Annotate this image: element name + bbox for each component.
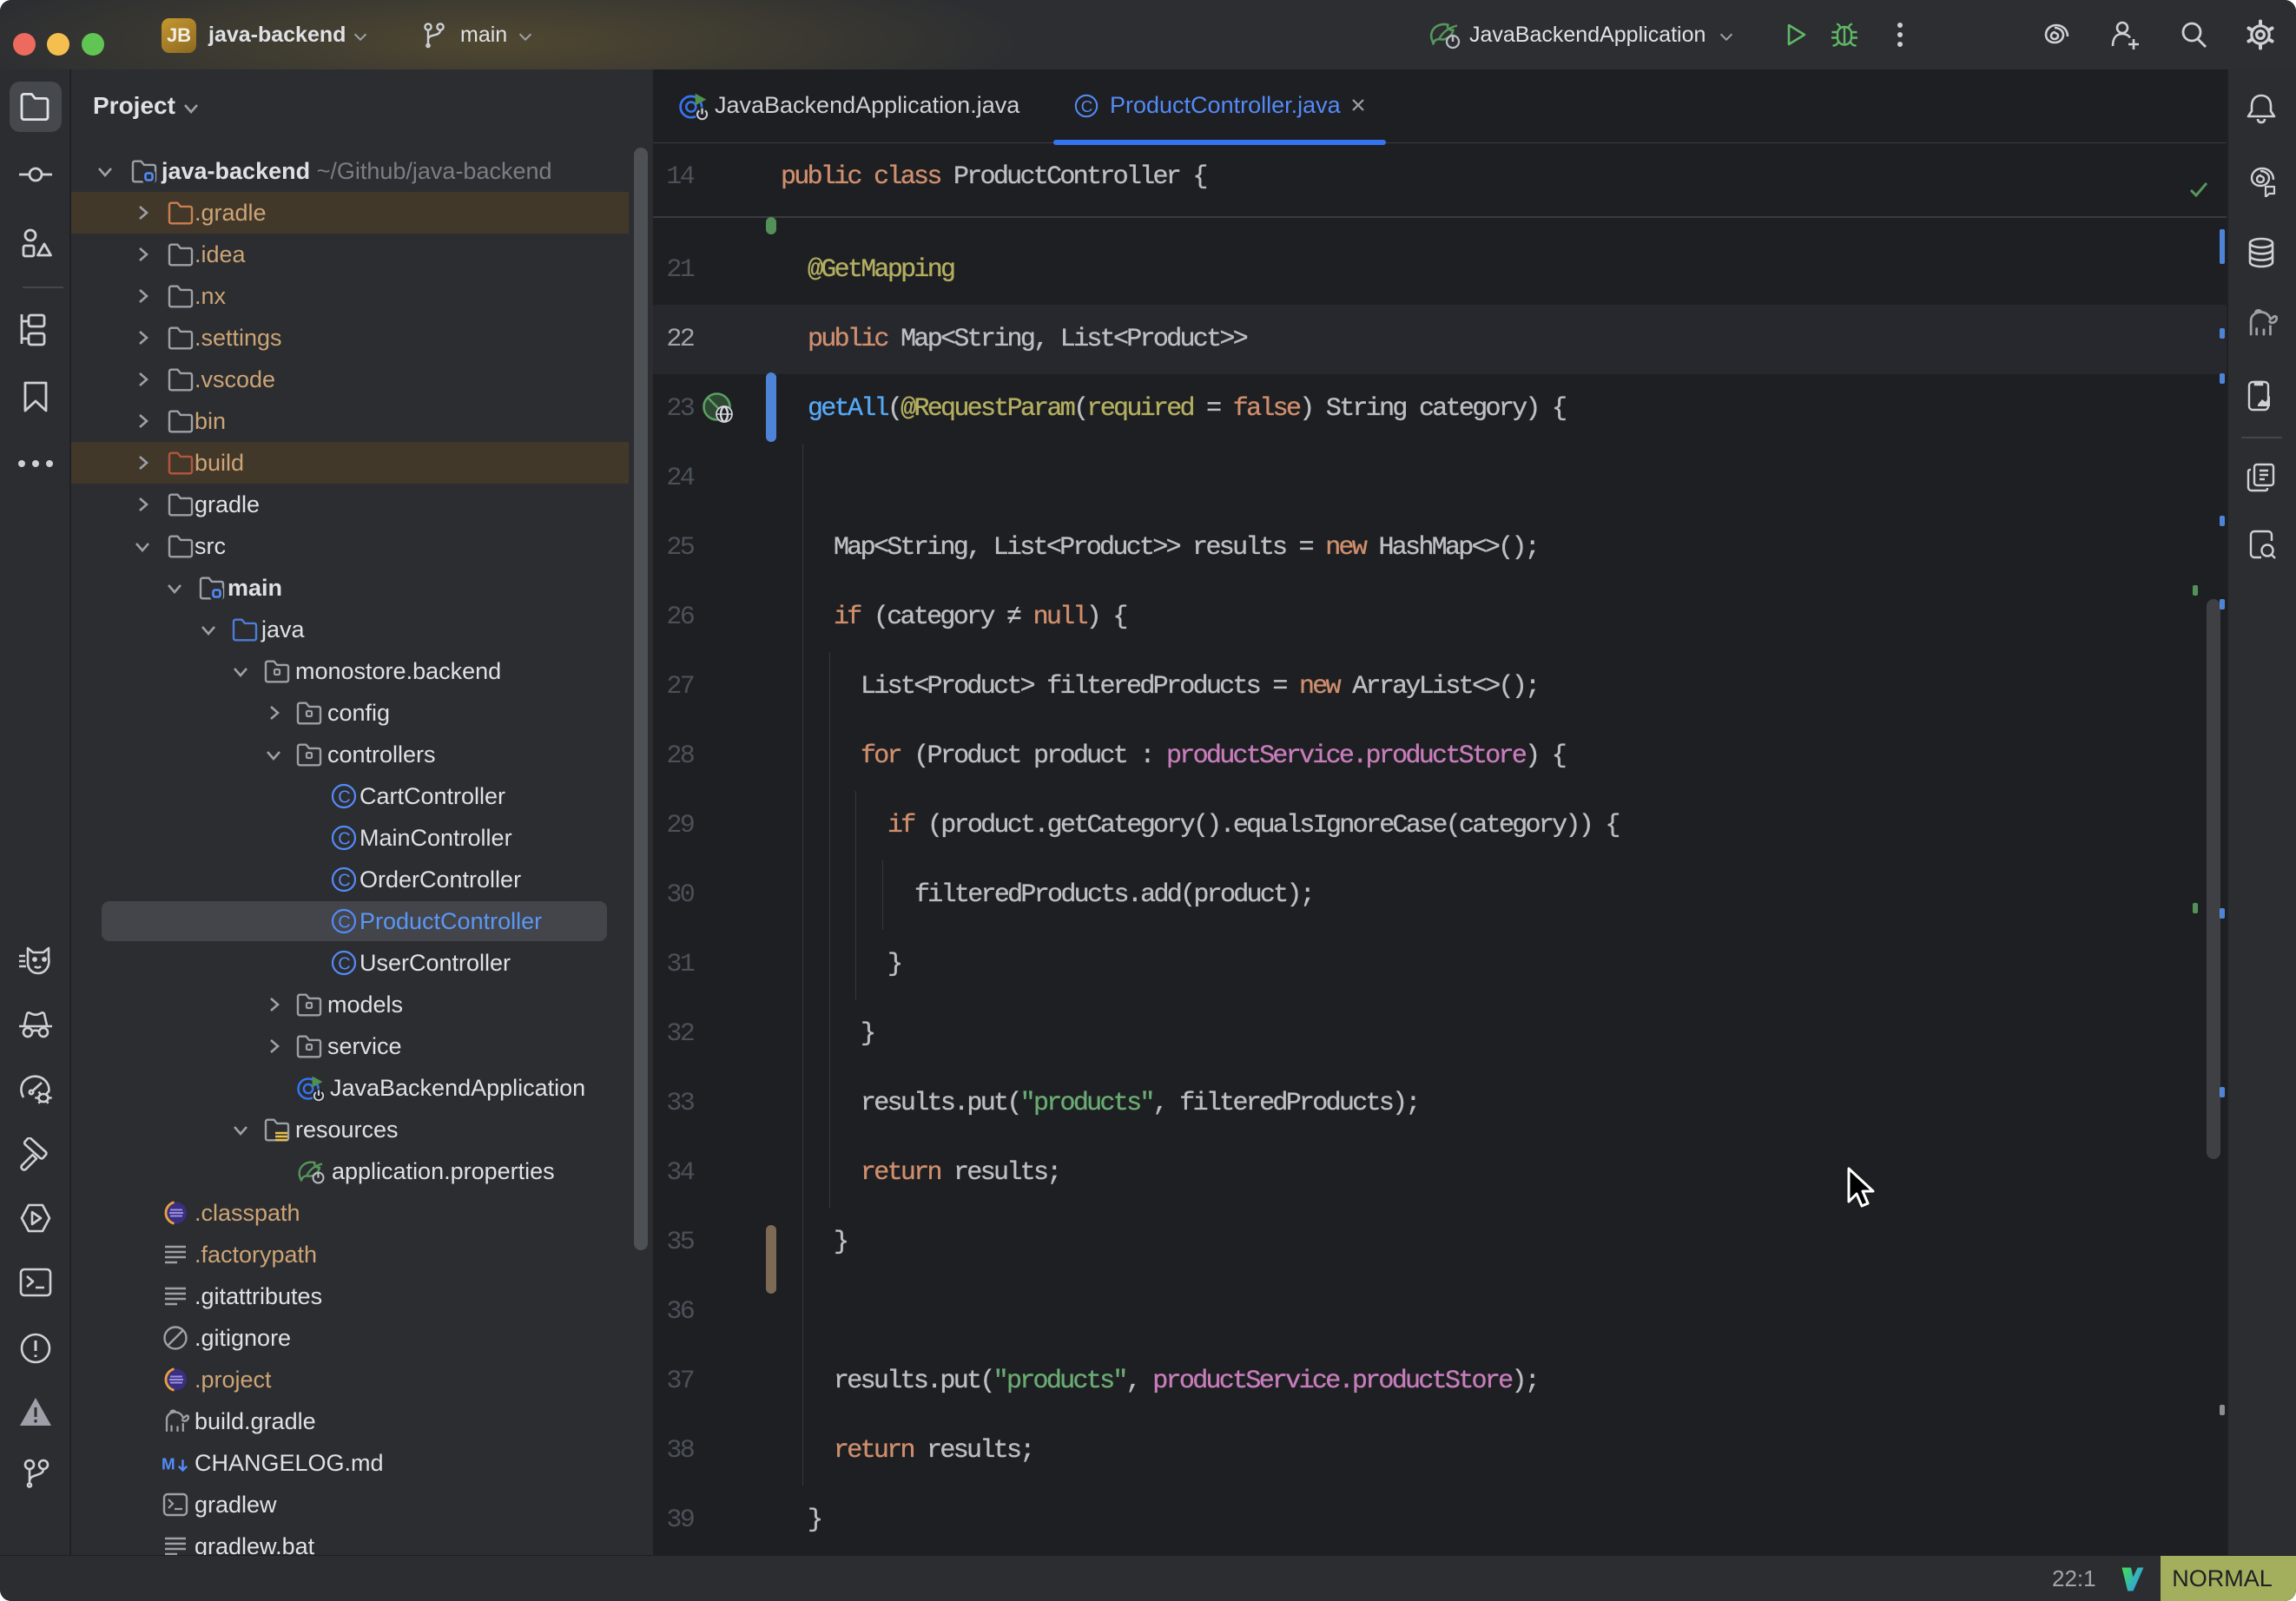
svg-text:M: M [162, 1455, 175, 1473]
